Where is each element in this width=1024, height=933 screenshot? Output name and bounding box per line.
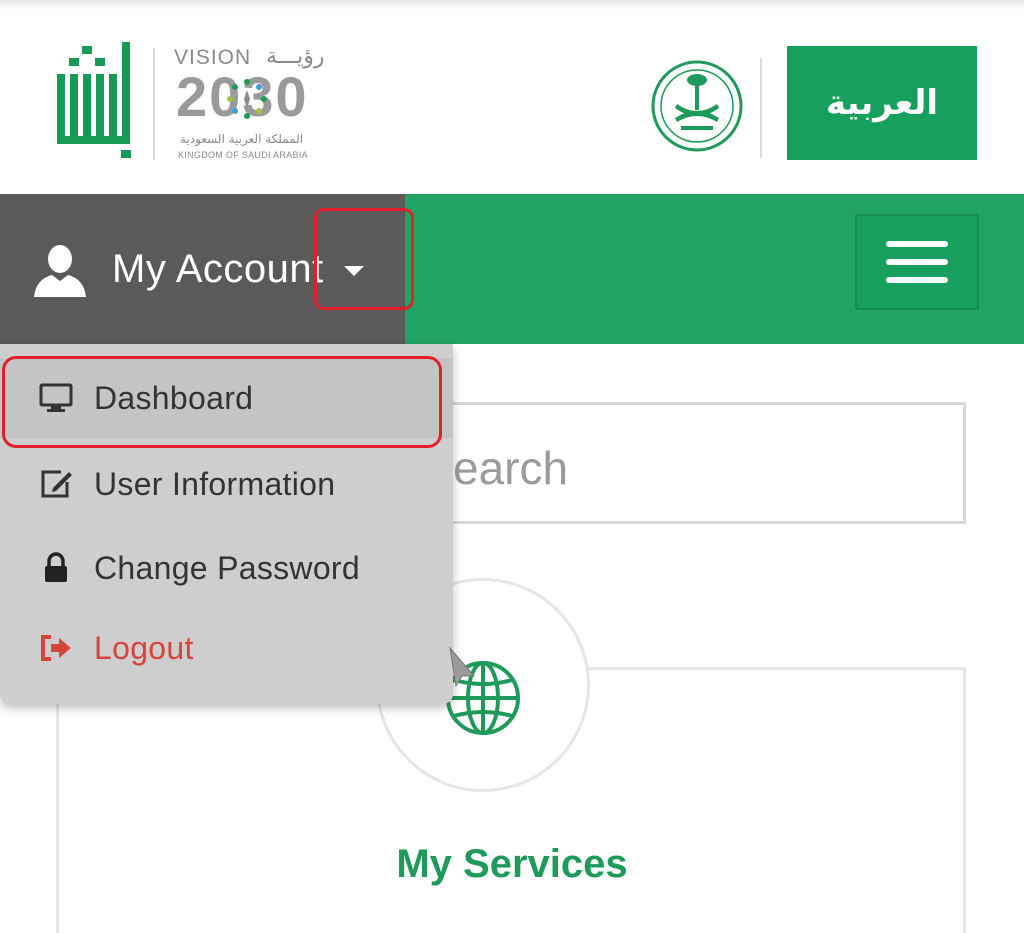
dropdown-item-user-information[interactable]: User Information (0, 444, 453, 524)
site-header: VISION رؤيـــة 2030 المملكة العربية السع… (0, 10, 1024, 194)
logout-icon (38, 630, 74, 666)
search-placeholder: earch (453, 442, 569, 494)
seal-divider (760, 58, 762, 158)
dropdown-item-logout[interactable]: Logout (0, 608, 453, 688)
caret-highlight-annotation (314, 208, 414, 310)
account-dropdown-menu: Dashboard User Information Change Passwo… (0, 344, 453, 704)
language-toggle-button[interactable]: العربية (787, 46, 977, 160)
hamburger-icon-bar (886, 241, 948, 247)
ministry-seal-icon (651, 60, 743, 152)
edit-icon (38, 466, 74, 502)
user-icon (34, 245, 86, 297)
navbar: My Account (0, 194, 1024, 344)
lock-icon (38, 550, 74, 586)
vision-2030-logo: VISION رؤيـــة 2030 المملكة العربية السع… (174, 44, 344, 162)
my-services-title[interactable]: My Services (0, 842, 1024, 887)
mouse-cursor-icon (449, 646, 476, 688)
dropdown-item-label: Change Password (94, 549, 360, 586)
vision-subtitle-en: KINGDOM OF SAUDI ARABIA (178, 150, 308, 160)
absher-logo[interactable] (55, 38, 140, 160)
hamburger-menu-button[interactable] (855, 214, 979, 310)
dropdown-item-label: User Information (94, 465, 336, 502)
vision-emblem-icon (227, 79, 267, 119)
top-shadow (0, 0, 1024, 10)
dashboard-highlight-annotation (2, 356, 442, 448)
hamburger-icon-bar (886, 259, 948, 265)
dropdown-item-label: Logout (94, 629, 194, 666)
hamburger-icon-bar (886, 277, 948, 283)
vision-subtitle-ar: المملكة العربية السعودية (180, 132, 304, 146)
logo-divider (153, 48, 155, 160)
dropdown-item-change-password[interactable]: Change Password (0, 528, 453, 608)
my-account-label: My Account (112, 246, 324, 291)
